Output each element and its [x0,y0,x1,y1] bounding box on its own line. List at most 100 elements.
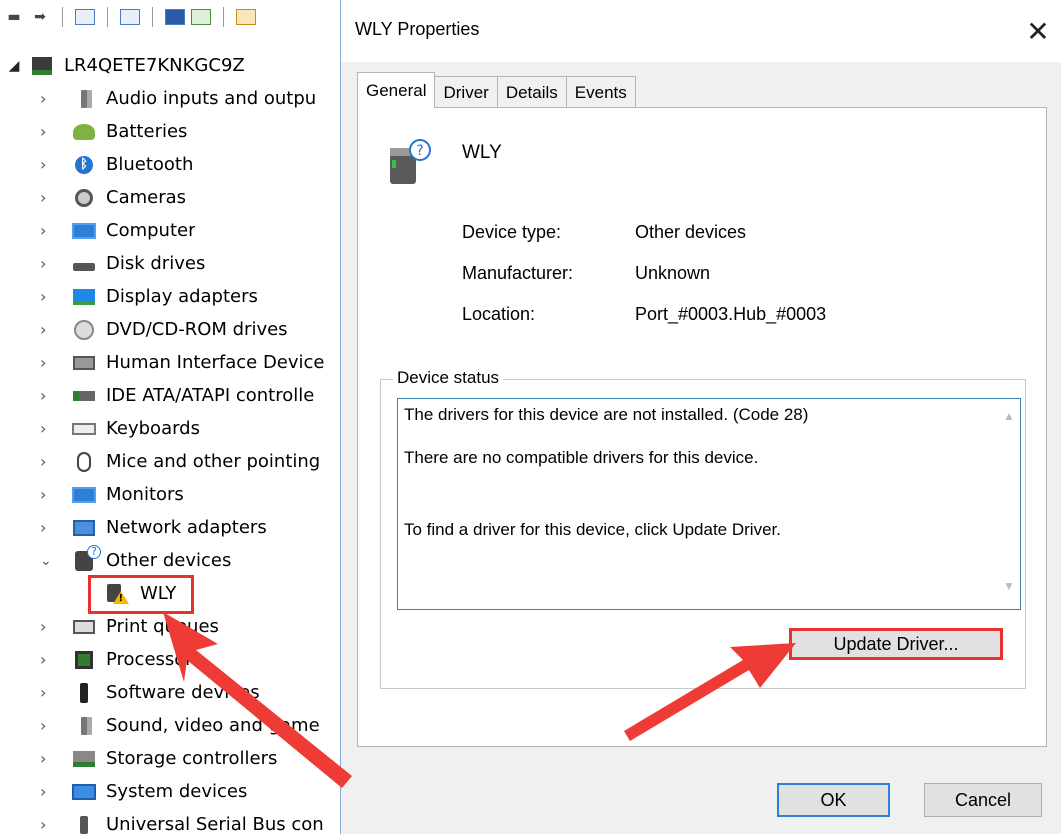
tree-item-label: Human Interface Device [106,352,325,373]
tab-events[interactable]: Events [565,76,636,108]
hid-icon [70,352,98,374]
expand-arrow-icon[interactable]: › [0,254,70,273]
toolbar-divider [107,7,108,27]
expand-arrow-icon[interactable]: › [0,650,70,669]
properties-dialog: WLY Properties ✕ General Driver Details … [340,0,1061,834]
scroll-down-icon[interactable]: ▼ [1003,579,1015,593]
tree-item-network-adapters[interactable]: › Network adapters [0,511,340,544]
tree-item-computer[interactable]: › Computer [0,214,340,247]
expand-arrow-icon[interactable]: › [0,452,70,471]
help-icon[interactable] [120,9,140,25]
collapse-arrow-icon[interactable]: ◢ [0,58,28,74]
cancel-button[interactable]: Cancel [924,783,1042,817]
update-driver-icon[interactable] [165,9,185,25]
tree-item-cameras[interactable]: › Cameras [0,181,340,214]
tree-item-disk-drives[interactable]: › Disk drives [0,247,340,280]
tree-item-software-devices[interactable]: › Software devices [0,676,340,709]
tree-item-batteries[interactable]: › Batteries [0,115,340,148]
expand-arrow-icon[interactable]: › [0,782,70,801]
expand-arrow-icon[interactable]: › [0,353,70,372]
ok-button[interactable]: OK [777,783,890,817]
expand-arrow-icon[interactable]: › [0,815,70,834]
update-driver-button[interactable]: Update Driver... [789,628,1003,660]
properties-icon[interactable] [75,9,95,25]
expand-arrow-icon[interactable]: › [0,419,70,438]
tree-item-label: Print queues [106,616,219,637]
device-manager-toolbar: ▬ ➡ [0,0,340,34]
tree-item-dvd[interactable]: › DVD/CD-ROM drives [0,313,340,346]
scan-hardware-icon[interactable] [191,9,211,25]
tree-item-bluetooth[interactable]: › ᛒ Bluetooth [0,148,340,181]
expand-arrow-icon[interactable]: › [0,749,70,768]
tree-item-storage-controllers[interactable]: › Storage controllers [0,742,340,775]
svg-text:?: ? [416,143,423,159]
device-tree: ◢ LR4QETE7KNKGC9Z › Audio inputs and out… [0,49,340,834]
tree-item-label: Display adapters [106,286,258,307]
expand-arrow-icon[interactable]: › [0,716,70,735]
tree-item-other-devices[interactable]: ⌄ Other devices [0,544,340,577]
tree-item-usb[interactable]: › Universal Serial Bus con [0,808,340,834]
tree-item-keyboards[interactable]: › Keyboards [0,412,340,445]
dialog-titlebar[interactable]: WLY Properties ✕ [341,0,1061,62]
speaker-icon [70,88,98,110]
printer-icon [70,616,98,638]
unknown-device-icon [70,544,101,572]
unknown-device-icon: ? [390,139,431,184]
tree-item-monitors[interactable]: › Monitors [0,478,340,511]
expand-arrow-icon[interactable]: › [0,89,70,108]
tree-item-hid[interactable]: › Human Interface Device [0,346,340,379]
expand-arrow-icon[interactable]: › [0,320,70,339]
toolbar-divider [62,7,63,27]
tab-general[interactable]: General [357,72,436,108]
manufacturer-value: Unknown [635,263,711,283]
tree-item-label: Audio inputs and outpu [106,88,317,109]
tree-item-system-devices[interactable]: › System devices [0,775,340,808]
expand-arrow-icon[interactable]: › [0,617,70,636]
forward-icon[interactable]: ➡ [30,8,50,26]
tree-item-mice[interactable]: › Mice and other pointing [0,445,340,478]
tab-details[interactable]: Details [496,76,567,108]
device-type-value: Other devices [635,222,747,242]
tab-driver[interactable]: Driver [434,76,498,108]
scroll-up-icon[interactable]: ▲ [1003,409,1015,423]
status-scrollbar[interactable]: ▲ ▼ [998,399,1020,609]
collapse-arrow-icon[interactable]: ⌄ [0,553,70,569]
back-icon[interactable]: ▬ [4,8,24,26]
tree-item-label: Cameras [106,187,187,208]
expand-arrow-icon[interactable]: › [0,188,70,207]
ide-controller-icon [70,385,98,407]
expand-arrow-icon[interactable]: › [0,485,70,504]
tree-item-label: System devices [106,781,248,802]
manufacturer-label: Manufacturer: [462,263,574,283]
tree-root-label: LR4QETE7KNKGC9Z [64,55,245,76]
tree-root[interactable]: ◢ LR4QETE7KNKGC9Z [0,49,340,82]
expand-arrow-icon[interactable]: › [0,287,70,306]
location-value: Port_#0003.Hub_#0003 [635,304,827,324]
close-button[interactable]: ✕ [1015,8,1061,54]
device-status-textbox[interactable]: The drivers for this device are not inst… [397,398,1021,610]
expand-arrow-icon[interactable]: › [0,122,70,141]
tree-item-processors[interactable]: › Processors [0,643,340,676]
network-adapter-icon [70,517,98,539]
tree-item-label: Mice and other pointing [106,451,321,472]
tree-item-sound[interactable]: › Sound, video and game [0,709,340,742]
tree-item-label: Disk drives [106,253,206,274]
tree-item-ide[interactable]: › IDE ATA/ATAPI controlle [0,379,340,412]
expand-arrow-icon[interactable]: › [0,683,70,702]
expand-arrow-icon[interactable]: › [0,221,70,240]
dialog-tabs: General Driver Details Events [357,72,636,108]
expand-arrow-icon[interactable]: › [0,518,70,537]
tree-item-display-adapters[interactable]: › Display adapters [0,280,340,313]
toolbar-divider [152,7,153,27]
device-name: WLY [462,142,502,163]
processor-icon [70,649,98,671]
expand-arrow-icon[interactable]: › [0,386,70,405]
device-icon[interactable] [236,9,256,25]
location-label: Location: [462,304,536,324]
tree-item-audio[interactable]: › Audio inputs and outpu [0,82,340,115]
device-manager-panel: ▬ ➡ ◢ LR4QETE7KNKGC9Z › Audio inputs and… [0,0,340,834]
expand-arrow-icon[interactable]: › [0,155,70,174]
disk-drive-icon [70,253,98,275]
tree-item-label: Batteries [106,121,188,142]
tree-item-print-queues[interactable]: › Print queues [0,610,340,643]
